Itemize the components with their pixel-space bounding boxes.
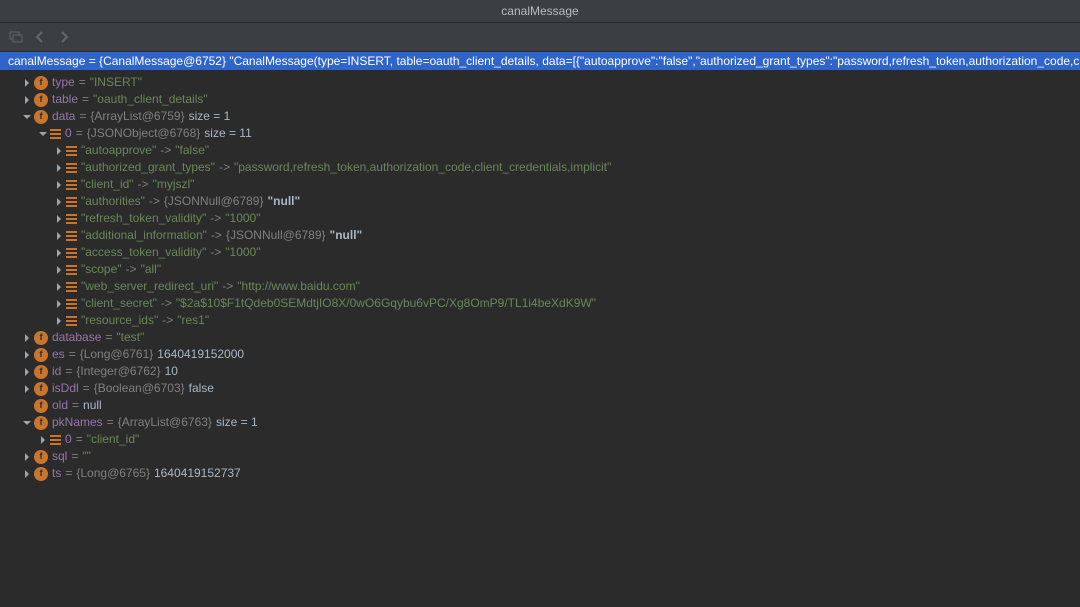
list-item-0[interactable]: 0={JSONObject@6768}size = 11 [0, 125, 1080, 142]
back-arrow-icon[interactable] [32, 29, 48, 45]
field-isDdl[interactable]: fisDdl={Boolean@6703}false [0, 380, 1080, 397]
field-icon: f [34, 93, 48, 107]
arrow-right-icon[interactable] [54, 180, 64, 190]
arrow-right-icon[interactable] [54, 163, 64, 173]
field-icon: f [34, 399, 48, 413]
arrow-right-icon[interactable] [54, 197, 64, 207]
element-icon [66, 145, 77, 157]
element-icon [66, 298, 77, 310]
field-icon: f [34, 467, 48, 481]
element-icon [50, 128, 61, 140]
map-entry[interactable]: "web_server_redirect_uri"->"http://www.b… [0, 278, 1080, 295]
field-database[interactable]: fdatabase="test" [0, 329, 1080, 346]
arrow-right-icon[interactable] [22, 469, 32, 479]
map-entry[interactable]: "authorized_grant_types"->"password,refr… [0, 159, 1080, 176]
arrow-down-icon[interactable] [38, 129, 48, 139]
arrow-right-icon[interactable] [54, 248, 64, 258]
element-icon [50, 434, 61, 446]
map-entry[interactable]: "access_token_validity"->"1000" [0, 244, 1080, 261]
element-icon [66, 162, 77, 174]
arrow-right-icon[interactable] [54, 231, 64, 241]
field-sql[interactable]: fsql="" [0, 448, 1080, 465]
arrow-right-icon[interactable] [22, 95, 32, 105]
arrow-right-icon[interactable] [38, 435, 48, 445]
window-title: canalMessage [0, 0, 1080, 23]
field-icon: f [34, 365, 48, 379]
field-icon: f [34, 76, 48, 90]
map-entry[interactable]: "refresh_token_validity"->"1000" [0, 210, 1080, 227]
variables-tree: ftype="INSERT" ftable="oauth_client_deta… [0, 70, 1080, 482]
map-entry[interactable]: "scope"->"all" [0, 261, 1080, 278]
arrow-right-icon[interactable] [54, 316, 64, 326]
arrow-right-icon[interactable] [22, 452, 32, 462]
element-icon [66, 179, 77, 191]
field-ts[interactable]: fts={Long@6765}1640419152737 [0, 465, 1080, 482]
element-icon [66, 213, 77, 225]
element-icon [66, 264, 77, 276]
root-text: canalMessage = {CanalMessage@6752} "Cana… [8, 52, 1080, 70]
arrow-down-icon[interactable] [22, 418, 32, 428]
field-es[interactable]: fes={Long@6761}1640419152000 [0, 346, 1080, 363]
list-item-pk0[interactable]: 0="client_id" [0, 431, 1080, 448]
arrow-right-icon[interactable] [22, 350, 32, 360]
field-type[interactable]: ftype="INSERT" [0, 74, 1080, 91]
field-old[interactable]: fold=null [0, 397, 1080, 414]
arrow-right-icon[interactable] [54, 299, 64, 309]
forward-arrow-icon[interactable] [56, 29, 72, 45]
map-entry[interactable]: "client_secret"->"$2a$10$F1tQdeb0SEMdtjI… [0, 295, 1080, 312]
field-icon: f [34, 331, 48, 345]
root-variable-row[interactable]: canalMessage = {CanalMessage@6752} "Cana… [0, 52, 1080, 70]
arrow-right-icon[interactable] [54, 265, 64, 275]
arrow-right-icon[interactable] [54, 282, 64, 292]
map-entry[interactable]: "autoapprove"->"false" [0, 142, 1080, 159]
map-entry[interactable]: "additional_information"->{JSONNull@6789… [0, 227, 1080, 244]
field-icon: f [34, 110, 48, 124]
arrow-right-icon[interactable] [54, 214, 64, 224]
map-entry[interactable]: "resource_ids"->"res1" [0, 312, 1080, 329]
map-entry[interactable]: "authorities"->{JSONNull@6789}"null" [0, 193, 1080, 210]
field-data[interactable]: fdata={ArrayList@6759}size = 1 [0, 108, 1080, 125]
arrow-right-icon[interactable] [22, 384, 32, 394]
arrow-right-icon[interactable] [54, 146, 64, 156]
map-entry[interactable]: "client_id"->"myjszl" [0, 176, 1080, 193]
field-table[interactable]: ftable="oauth_client_details" [0, 91, 1080, 108]
element-icon [66, 315, 77, 327]
field-icon: f [34, 348, 48, 362]
stack-icon[interactable] [8, 29, 24, 45]
field-icon: f [34, 416, 48, 430]
element-icon [66, 230, 77, 242]
toolbar [0, 23, 1080, 52]
element-icon [66, 281, 77, 293]
field-id[interactable]: fid={Integer@6762}10 [0, 363, 1080, 380]
field-icon: f [34, 382, 48, 396]
element-icon [66, 247, 77, 259]
arrow-right-icon[interactable] [22, 78, 32, 88]
field-icon: f [34, 450, 48, 464]
arrow-right-icon[interactable] [22, 333, 32, 343]
field-pkNames[interactable]: fpkNames={ArrayList@6763}size = 1 [0, 414, 1080, 431]
arrow-down-icon[interactable] [22, 112, 32, 122]
arrow-right-icon[interactable] [22, 367, 32, 377]
element-icon [66, 196, 77, 208]
